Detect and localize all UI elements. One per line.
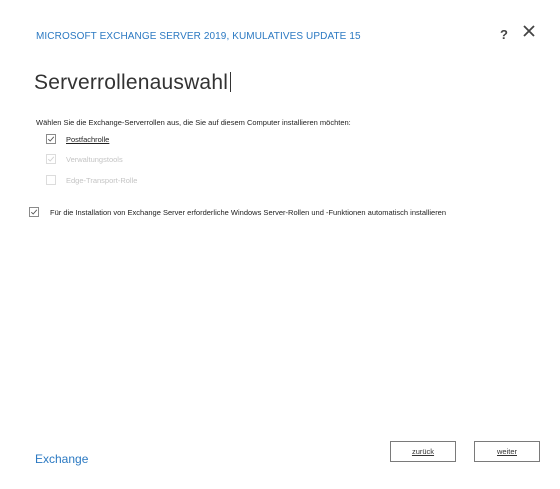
management-tools-checkbox — [46, 154, 56, 164]
exchange-logo: Exchange — [35, 452, 89, 466]
header-title: MICROSOFT EXCHANGE SERVER 2019, KUMULATI… — [36, 31, 361, 42]
checkmark-icon — [47, 156, 55, 162]
edge-transport-label: Edge-Transport-Rolle — [66, 175, 138, 185]
help-button[interactable]: ? — [500, 27, 508, 42]
management-tools-label: Verwaltungstools — [66, 154, 123, 164]
text-cursor — [230, 72, 232, 92]
page-title: Serverrollenauswahl — [34, 71, 232, 95]
auto-install-checkbox[interactable] — [29, 207, 39, 217]
auto-install-label: Für die Installation von Exchange Server… — [50, 207, 447, 217]
edge-transport-checkbox — [46, 175, 56, 185]
role-row-mailbox[interactable]: Postfachrolle — [46, 134, 109, 144]
mailbox-role-label-text: Postfachrolle — [66, 134, 110, 144]
next-button[interactable]: weiter — [474, 441, 540, 462]
checkmark-icon — [30, 209, 38, 215]
back-button[interactable]: zurück — [390, 441, 456, 462]
page-title-text: Serverrollenauswahl — [34, 71, 229, 94]
mailbox-role-checkbox[interactable] — [46, 134, 56, 144]
role-row-management-tools: Verwaltungstools — [46, 154, 123, 164]
auto-install-row[interactable]: Für die Installation von Exchange Server… — [29, 207, 446, 217]
close-icon — [523, 25, 535, 37]
checkmark-icon — [47, 136, 55, 142]
role-row-edge-transport: Edge-Transport-Rolle — [46, 175, 137, 185]
mailbox-role-label: Postfachrolle — [66, 135, 109, 144]
instruction-text: Wählen Sie die Exchange-Serverrollen aus… — [36, 118, 351, 127]
close-button[interactable] — [523, 25, 537, 39]
